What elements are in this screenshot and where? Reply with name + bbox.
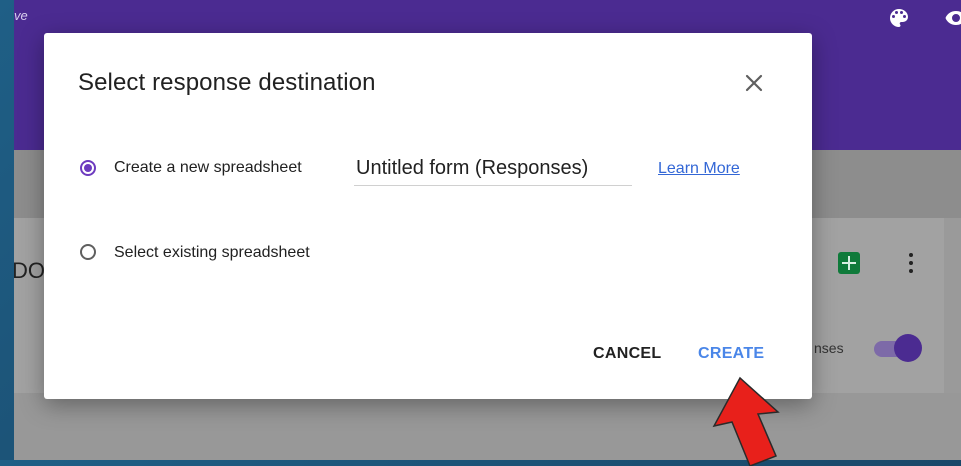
red-arrow-pointer-icon [712, 376, 780, 466]
close-icon[interactable] [742, 71, 766, 95]
learn-more-link[interactable]: Learn More [658, 160, 740, 178]
create-new-spreadsheet-label[interactable]: Create a new spreadsheet [114, 159, 302, 177]
select-response-destination-dialog: Select response destination Create a new… [44, 33, 812, 399]
accepting-responses-toggle-knob[interactable] [894, 334, 922, 362]
cancel-button[interactable]: CANCEL [593, 345, 661, 363]
select-existing-spreadsheet-label[interactable]: Select existing spreadsheet [114, 244, 310, 262]
card-title-fragment: DO [14, 258, 45, 283]
accepting-responses-label: nses [814, 340, 844, 356]
dialog-title: Select response destination [78, 69, 376, 96]
palette-icon[interactable] [887, 6, 911, 30]
create-new-spreadsheet-radio[interactable] [80, 160, 96, 176]
select-existing-spreadsheet-radio[interactable] [80, 244, 96, 260]
header-title-fragment: ve [14, 8, 28, 23]
create-button[interactable]: CREATE [698, 345, 764, 363]
sheets-icon[interactable] [838, 252, 860, 274]
spreadsheet-name-input[interactable] [354, 151, 632, 186]
more-vert-icon[interactable] [908, 251, 914, 275]
preview-eye-icon[interactable] [944, 6, 961, 30]
